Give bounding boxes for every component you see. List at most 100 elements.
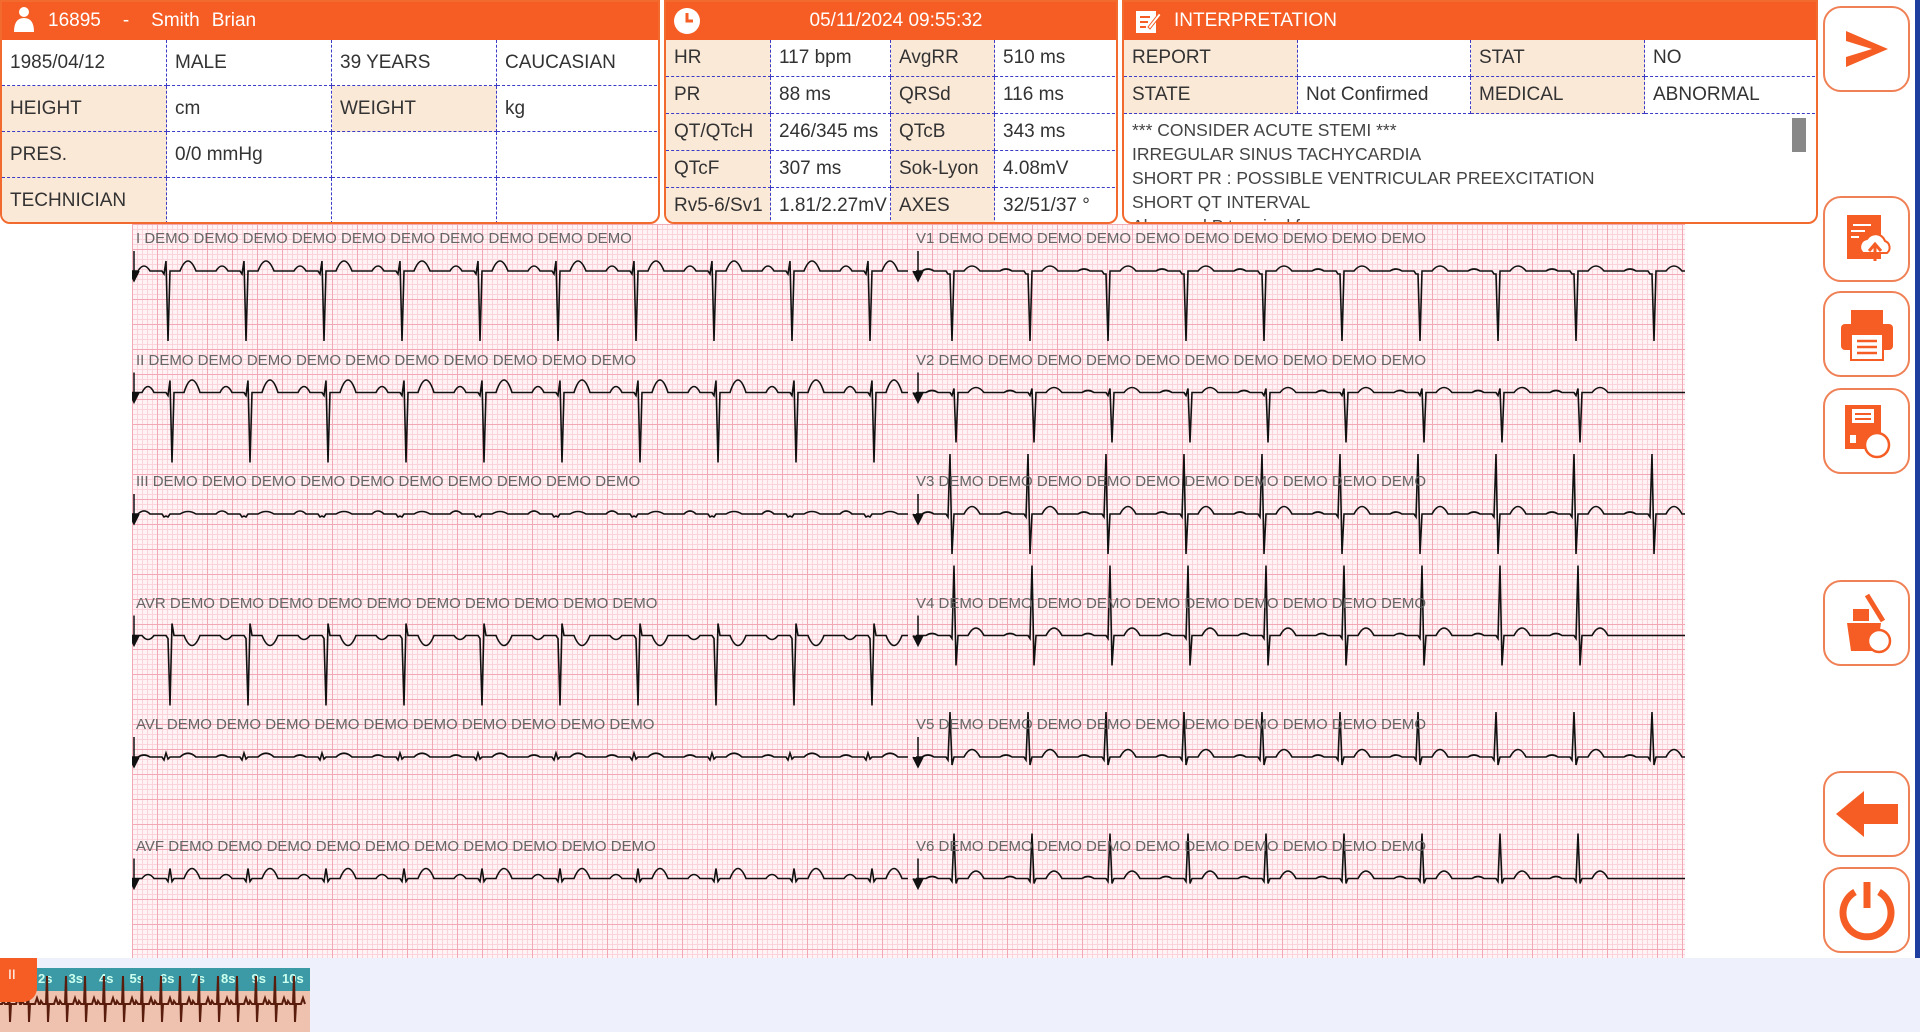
measurement-value: 1.81/2.27mV [771,188,891,222]
measurement-value: 32/51/37 ° [995,188,1116,222]
measurement-value: 117 bpm [771,40,891,77]
calibration-arrow-icon [912,372,924,405]
print-button[interactable] [1823,291,1910,377]
next-button[interactable] [1823,6,1910,92]
demo-watermark: DEMO DEMO DEMO DEMO DEMO DEMO DEMO DEMO … [166,716,655,733]
calibration-arrow-icon [912,737,924,769]
lead-label-iii: III DEMO DEMO DEMO DEMO DEMO DEMO DEMO D… [136,473,640,490]
measurement-label: QRSd [891,77,995,114]
patient-panel: 16895 - Smith Brian 1985/04/12 MALE 39 YEA… [0,0,660,224]
thumbnail-wave [0,975,306,1023]
patient-table: 1985/04/12 MALE 39 YEARS CAUCASIAN HEIGHT cm… [2,40,658,222]
interpretation-label: STATE [1124,77,1298,114]
back-button[interactable] [1823,771,1910,857]
recording-datetime: 05/11/2024 09:55:32 [809,10,983,31]
lead-name: AVR [136,594,166,612]
patient-cell [497,178,658,222]
scrollbar-thumb[interactable] [1792,118,1806,152]
measurements-table: HR 117 bpm AvgRR 510 ms PR 88 ms QRSd 116 ms QT/… [666,40,1116,222]
demo-watermark: DEMO DEMO DEMO DEMO DEMO DEMO DEMO DEMO … [148,351,637,369]
pause-button[interactable]: II [0,958,37,1002]
lead-trace-v4 [916,565,1685,666]
patient-cell [167,178,332,222]
measurement-label: AXES [891,188,995,222]
lead-name: III [136,473,149,490]
lead-name: I [136,230,141,247]
measurement-value: 88 ms [771,77,891,114]
calibration-arrow-icon [912,858,924,891]
patient-cell: cm [167,86,332,132]
measurement-label: QTcB [891,114,995,151]
patient-cell: CAUCASIAN [497,40,658,86]
measurement-label: AvgRR [891,40,995,77]
lead-trace-avl [132,750,908,762]
rhythm-thumbnail[interactable]: 2s 3s 4s 5s 6s 7s 8s 9s 10s [0,968,310,1032]
interpretation-label: STAT [1471,40,1645,77]
calibration-arrow-icon [132,372,140,405]
thumbnail-trace [0,975,306,1023]
demo-watermark: DEMO DEMO DEMO DEMO DEMO DEMO DEMO DEMO … [938,716,1427,733]
delete-button[interactable] [1823,580,1910,666]
patient-last-name: Smith [151,10,200,31]
demo-watermark: DEMO DEMO DEMO DEMO DEMO DEMO DEMO DEMO … [168,837,656,855]
lead-name: V5 [916,716,935,733]
save-button[interactable] [1823,388,1910,474]
lead-trace-avr [132,623,908,706]
calibration-arrow-icon [132,494,140,526]
lead-name: V3 [916,473,935,490]
calibration-arrow-icon [912,251,924,283]
ecg-chart: I DEMO DEMO DEMO DEMO DEMO DEMO DEMO DEM… [132,224,1685,958]
document-upload-icon [1846,215,1891,261]
calibration-arrow-icon [132,251,140,283]
power-button[interactable] [1823,867,1910,953]
measurement-value: 246/345 ms [771,114,891,151]
interpretation-line: Abnormal P terminal force [1132,214,1808,222]
interpretation-label: MEDICAL [1471,77,1645,114]
separator: - [122,10,130,31]
patient-id: 16895 [48,10,101,31]
patient-cell: HEIGHT [2,86,167,132]
demo-watermark: DEMO DEMO DEMO DEMO DEMO DEMO DEMO DEMO … [938,837,1427,855]
patient-header: 16895 - Smith Brian [2,2,658,40]
clock-icon [674,8,700,34]
edit-note-icon [1136,11,1162,33]
calibration-arrow-icon [912,494,924,526]
lead-trace-v2 [916,386,1685,443]
lead-name: AVL [136,716,163,733]
export-cloud-button[interactable] [1823,196,1910,282]
bottom-bar: 2s 3s 4s 5s 6s 7s 8s 9s 10s II [0,958,1920,1032]
lead-name: V4 [916,594,935,612]
demo-watermark: DEMO DEMO DEMO DEMO DEMO DEMO DEMO DEMO … [169,594,658,612]
lead-label-avf: AVF DEMO DEMO DEMO DEMO DEMO DEMO DEMO D… [136,838,656,855]
demo-watermark: DEMO DEMO DEMO DEMO DEMO DEMO DEMO DEMO … [938,230,1427,247]
calibration-arrow-icon [912,615,924,648]
lead-name: V2 [916,351,935,369]
lead-label-avl: AVL DEMO DEMO DEMO DEMO DEMO DEMO DEMO D… [136,716,654,733]
trash-restore-icon [1846,593,1891,654]
demo-watermark: DEMO DEMO DEMO DEMO DEMO DEMO DEMO DEMO … [938,594,1427,612]
lead-name: V1 [916,230,935,247]
calibration-arrow-icon [132,858,140,891]
measurement-label: QT/QTcH [666,114,771,151]
lead-trace-iii [132,510,908,519]
interpretation-value: NO [1645,40,1816,77]
patient-cell: PRES. [2,132,167,178]
measurement-value: 4.08mV [995,151,1116,188]
interpretation-statements[interactable]: *** CONSIDER ACUTE STEMI *** IRREGULAR SI… [1124,114,1816,222]
power-icon [1839,882,1894,941]
patient-cell: 39 YEARS [332,40,497,86]
measurement-value: 116 ms [995,77,1116,114]
save-history-icon [1844,405,1890,459]
interpretation-header: INTERPRETATION [1124,2,1816,40]
lead-trace-v1 [916,265,1685,342]
measurement-label: HR [666,40,771,77]
patient-cell: 1985/04/12 [2,40,167,86]
lead-name: AVF [136,837,165,855]
interpretation-value[interactable]: Not Confirmed [1298,77,1471,114]
window-edge [1915,0,1920,1032]
demo-watermark: DEMO DEMO DEMO DEMO DEMO DEMO DEMO DEMO … [938,351,1427,369]
patient-cell: TECHNICIAN [2,178,167,222]
patient-cell: kg [497,86,658,132]
interpretation-table: REPORT STAT NO STATE Not Confirmed MEDICAL ABN… [1124,40,1816,114]
measurement-label: Rv5-6/Sv1 [666,188,771,222]
